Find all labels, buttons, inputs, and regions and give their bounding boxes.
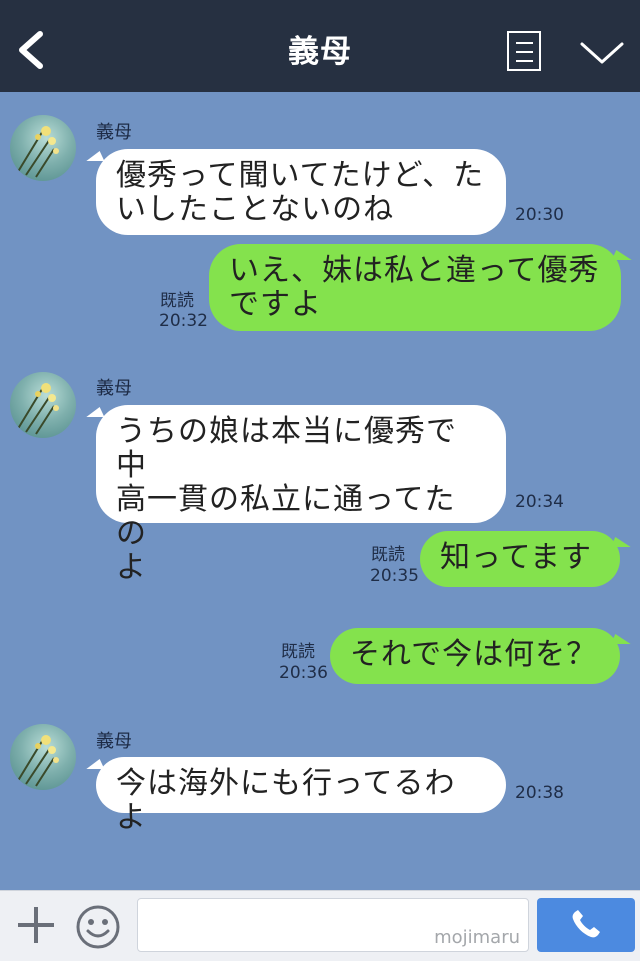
message-text: いしたことないのね xyxy=(116,192,395,227)
bubble-tail xyxy=(610,537,636,547)
sender-name: 義母 xyxy=(96,731,132,752)
avatar[interactable] xyxy=(10,115,76,181)
message-bubble[interactable]: それで今は何を？ xyxy=(330,628,620,684)
timestamp: 20:32 xyxy=(159,311,208,331)
message-bubble[interactable]: 優秀って聞いてたけど、た いしたことないのね xyxy=(96,149,506,235)
smiley-icon[interactable] xyxy=(74,903,122,951)
message-bubble[interactable]: いえ、妹は私と違って優秀 ですよ xyxy=(209,244,621,331)
message-text: うちの娘は本当に優秀で中 xyxy=(116,414,457,483)
chat-title: 義母 xyxy=(288,34,352,70)
read-receipt: 既読 xyxy=(281,642,315,662)
notes-icon[interactable] xyxy=(507,31,541,71)
read-receipt: 既読 xyxy=(160,291,194,311)
message-text: 優秀って聞いてたけど、た xyxy=(116,158,485,193)
message-text: ですよ xyxy=(229,287,322,322)
bubble-tail xyxy=(611,250,637,260)
message-text: 今は海外にも行ってるわよ xyxy=(116,766,456,835)
message-bubble[interactable]: 今は海外にも行ってるわよ xyxy=(96,757,506,835)
message-input[interactable]: mojimaru xyxy=(137,898,529,952)
chevron-down-icon[interactable] xyxy=(578,38,626,70)
message-text: 知ってます xyxy=(440,540,592,575)
avatar[interactable] xyxy=(10,724,76,790)
timestamp: 20:36 xyxy=(279,663,328,683)
message-text: いえ、妹は私と違って優秀 xyxy=(229,253,600,288)
sender-name: 義母 xyxy=(96,378,132,399)
bubble-tail xyxy=(81,407,105,417)
sender-name: 義母 xyxy=(96,122,132,143)
call-button[interactable] xyxy=(537,898,635,952)
phone-icon xyxy=(572,910,600,938)
timestamp: 20:38 xyxy=(515,783,564,803)
watermark: mojimaru xyxy=(434,927,520,948)
timestamp: 20:34 xyxy=(515,492,564,512)
chat-header: 義母 xyxy=(0,0,640,92)
read-receipt: 既読 xyxy=(371,545,405,565)
message-text: それで今は何を？ xyxy=(350,637,598,672)
bubble-tail xyxy=(81,151,105,161)
message-bubble[interactable]: うちの娘は本当に優秀で中 高一貫の私立に通ってたの よ xyxy=(96,405,506,585)
avatar[interactable] xyxy=(10,372,76,438)
timestamp: 20:30 xyxy=(515,205,564,225)
timestamp: 20:35 xyxy=(370,566,419,586)
plus-icon[interactable] xyxy=(14,903,58,947)
message-bubble[interactable]: 知ってます xyxy=(420,531,620,587)
input-bar: mojimaru xyxy=(0,890,640,961)
bubble-tail xyxy=(610,634,636,644)
